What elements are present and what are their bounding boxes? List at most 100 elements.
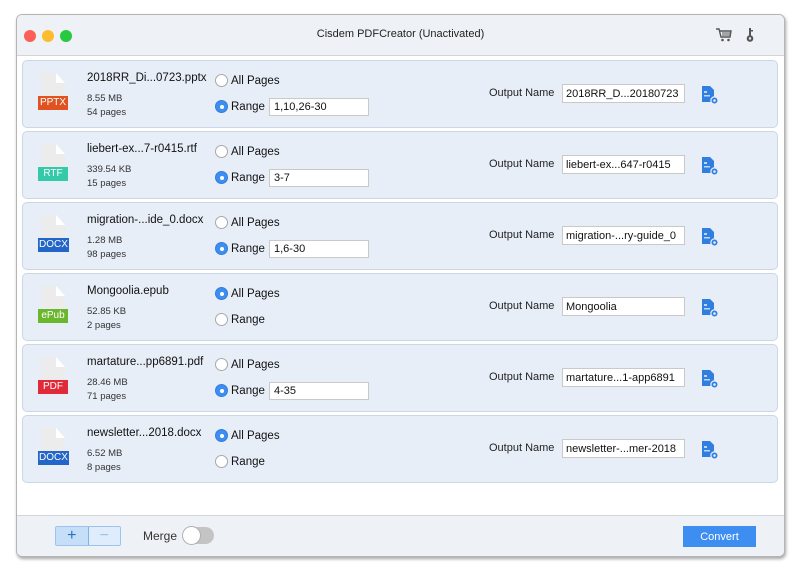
file-type-icon: PPTX (38, 73, 70, 117)
file-name: martature...pp6891.pdf (87, 356, 204, 368)
output-name-input[interactable] (562, 84, 685, 103)
output-name-input[interactable] (562, 368, 685, 387)
window-title: Cisdem PDFCreator (Unactivated) (316, 28, 485, 40)
all-pages-radio[interactable]: All Pages (215, 74, 280, 87)
file-row: RTF liebert-ex...7-r0415.rtf 339.54 KB 1… (22, 131, 778, 199)
file-size: 52.85 KB (87, 306, 127, 317)
file-settings-icon[interactable] (701, 156, 719, 176)
output-name-label: Output Name (489, 87, 555, 99)
file-type-badge: DOCX (38, 451, 69, 465)
file-page-count: 8 pages (87, 462, 121, 473)
all-pages-label: All Pages (231, 74, 280, 87)
file-size: 8.55 MB (87, 93, 123, 104)
file-type-badge: RTF (38, 167, 68, 181)
range-radio-dot[interactable] (215, 384, 228, 397)
range-label: Range (231, 313, 265, 326)
add-remove-control: + − (55, 526, 121, 546)
file-name: migration-...ide_0.docx (87, 214, 204, 226)
file-row: PDF martature...pp6891.pdf 28.46 MB 71 p… (22, 344, 778, 412)
file-name: Mongoolia.epub (87, 285, 169, 297)
file-settings-icon[interactable] (701, 298, 719, 318)
file-page-count: 54 pages (87, 107, 127, 118)
file-settings-icon[interactable] (701, 369, 719, 389)
range-label: Range (231, 171, 265, 184)
range-radio[interactable]: Range (215, 455, 265, 468)
file-name: 2018RR_Di...0723.pptx (87, 72, 207, 84)
merge-toggle[interactable] (183, 527, 214, 544)
all-pages-radio[interactable]: All Pages (215, 287, 280, 300)
app-window: Cisdem PDFCreator (Unactivated) PPTX 201… (16, 14, 785, 557)
output-name-label: Output Name (489, 300, 555, 312)
all-pages-radio[interactable]: All Pages (215, 429, 280, 442)
range-radio-dot[interactable] (215, 242, 228, 255)
file-type-icon: PDF (38, 357, 70, 401)
output-name-input[interactable] (562, 226, 685, 245)
file-type-badge: PDF (38, 380, 68, 394)
remove-file-button[interactable]: − (89, 527, 121, 545)
range-radio[interactable]: Range (215, 313, 265, 326)
file-type-badge: ePub (38, 309, 68, 323)
merge-label: Merge (143, 529, 178, 543)
file-size: 339.54 KB (87, 164, 132, 175)
file-size: 28.46 MB (87, 377, 128, 388)
cart-icon[interactable] (715, 26, 733, 44)
range-input[interactable] (269, 240, 369, 258)
file-settings-icon[interactable] (701, 440, 719, 460)
file-row: ePub Mongoolia.epub 52.85 KB 2 pages All… (22, 273, 778, 341)
file-type-badge: PPTX (38, 96, 68, 110)
file-page-count: 2 pages (87, 320, 121, 331)
output-name-label: Output Name (489, 229, 555, 241)
file-list: PPTX 2018RR_Di...0723.pptx 8.55 MB 54 pa… (17, 56, 784, 515)
file-size: 6.52 MB (87, 448, 123, 459)
range-input[interactable] (269, 169, 369, 187)
file-settings-icon[interactable] (701, 85, 719, 105)
range-radio-dot[interactable] (215, 313, 228, 326)
all-pages-radio-dot[interactable] (215, 287, 228, 300)
file-type-icon: RTF (38, 144, 70, 188)
all-pages-label: All Pages (231, 216, 280, 229)
all-pages-radio[interactable]: All Pages (215, 216, 280, 229)
range-radio[interactable]: Range (215, 242, 265, 255)
range-radio-dot[interactable] (215, 455, 228, 468)
file-row: PPTX 2018RR_Di...0723.pptx 8.55 MB 54 pa… (22, 60, 778, 128)
file-page-count: 15 pages (87, 178, 127, 189)
output-name-label: Output Name (489, 371, 555, 383)
all-pages-label: All Pages (231, 429, 280, 442)
file-size: 1.28 MB (87, 235, 123, 246)
file-type-icon: DOCX (38, 215, 70, 259)
convert-button[interactable]: Convert (683, 526, 756, 547)
file-type-badge: DOCX (38, 238, 69, 252)
all-pages-radio[interactable]: All Pages (215, 145, 280, 158)
output-name-input[interactable] (562, 439, 685, 458)
title-bar: Cisdem PDFCreator (Unactivated) (17, 15, 784, 56)
all-pages-radio-dot[interactable] (215, 145, 228, 158)
range-input[interactable] (269, 98, 369, 116)
file-page-count: 98 pages (87, 249, 127, 260)
merge-toggle-knob (183, 527, 200, 544)
footer-bar: + − Merge Convert (17, 515, 784, 556)
all-pages-radio-dot[interactable] (215, 429, 228, 442)
range-label: Range (231, 242, 265, 255)
range-label: Range (231, 384, 265, 397)
file-settings-icon[interactable] (701, 227, 719, 247)
output-name-input[interactable] (562, 155, 685, 174)
all-pages-radio-dot[interactable] (215, 74, 228, 87)
add-file-button[interactable]: + (56, 527, 89, 545)
file-name: liebert-ex...7-r0415.rtf (87, 143, 197, 155)
range-input[interactable] (269, 382, 369, 400)
range-label: Range (231, 455, 265, 468)
file-row: DOCX newsletter...2018.docx 6.52 MB 8 pa… (22, 415, 778, 483)
key-icon[interactable] (741, 26, 759, 44)
all-pages-label: All Pages (231, 145, 280, 158)
range-radio[interactable]: Range (215, 171, 265, 184)
range-radio-dot[interactable] (215, 100, 228, 113)
output-name-input[interactable] (562, 297, 685, 316)
range-radio[interactable]: Range (215, 384, 265, 397)
all-pages-radio-dot[interactable] (215, 358, 228, 371)
range-label: Range (231, 100, 265, 113)
range-radio-dot[interactable] (215, 171, 228, 184)
all-pages-radio[interactable]: All Pages (215, 358, 280, 371)
all-pages-radio-dot[interactable] (215, 216, 228, 229)
output-name-label: Output Name (489, 442, 555, 454)
range-radio[interactable]: Range (215, 100, 265, 113)
